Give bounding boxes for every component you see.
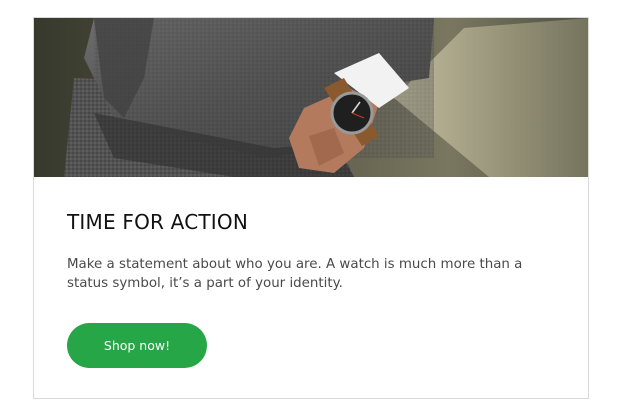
card-title: TIME FOR ACTION [67,210,248,234]
promo-card: TIME FOR ACTION Make a statement about w… [33,17,589,399]
card-description: Make a statement about who you are. A wa… [67,257,523,291]
hero-image [34,18,588,177]
watch-photo-icon [34,18,588,177]
shop-now-button[interactable]: Shop now! [67,323,207,368]
